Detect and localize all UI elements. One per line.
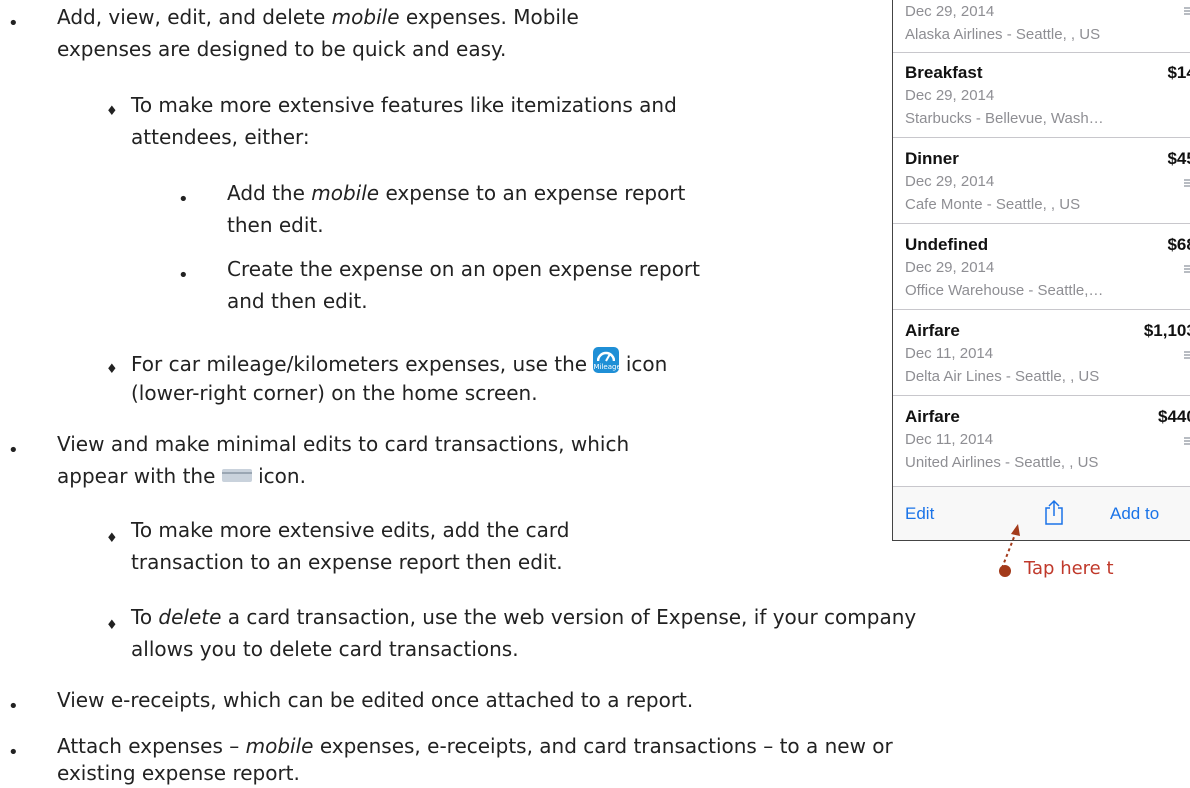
mileage-icon: Mileage — [593, 347, 620, 373]
expense-date: Dec 29, 2014 — [905, 3, 995, 20]
card-transaction-icon — [1184, 265, 1190, 273]
expense-date: Dec 29, 2014 — [905, 87, 995, 104]
sub-bullet-1-line-2: attendees, either: — [131, 125, 310, 149]
diamond-bullet: ♦ — [106, 618, 118, 633]
text: For car mileage/kilometers expenses, use… — [131, 352, 594, 376]
bullet-dot: • — [8, 13, 19, 34]
expense-date: Dec 29, 2014 — [905, 259, 995, 276]
emphasis-text: mobile — [245, 734, 314, 758]
callout-dot — [999, 565, 1011, 577]
expense-merchant: Delta Air Lines - Seattle, , US — [905, 368, 1100, 385]
sub-sub-bullet-2-line-1: Create the expense on an open expense re… — [227, 257, 700, 281]
expense-amount: $14.2 — [1167, 63, 1190, 82]
share-icon[interactable] — [1043, 499, 1065, 525]
phone-expense-list: Dec 29, 2014 Alaska Airlines - Seattle, … — [892, 0, 1190, 541]
sub-sub-bullet-2-line-2: and then edit. — [227, 289, 368, 313]
text: appear with the — [57, 464, 222, 488]
bullet-dot: • — [178, 189, 189, 210]
divider — [893, 223, 1190, 224]
bullet-2-line-2: appear with the icon. — [57, 462, 306, 491]
mileage-icon-label: Mileage — [593, 363, 620, 371]
expense-type: Undefined — [905, 235, 989, 254]
text: Add the — [227, 181, 312, 205]
bullet-4-line-2: existing expense report. — [57, 761, 300, 785]
text: Attach expenses – — [57, 734, 246, 758]
sub-bullet-1-line-1: To make more extensive features like ite… — [131, 93, 677, 117]
sub-bullet-2-line-2: (lower-right corner) on the home screen. — [131, 381, 538, 405]
bottom-toolbar: Edit Add to — [893, 486, 1190, 540]
text: expenses, e-receipts, and card transacti… — [313, 734, 893, 758]
bullet-dot: • — [8, 440, 19, 461]
expense-merchant: Office Warehouse - Seattle,… — [905, 282, 1104, 299]
bullet-4-line-1: Attach expenses – mobile expenses, e-rec… — [57, 732, 893, 761]
sub-bullet-3-line-1: To make more extensive edits, add the ca… — [131, 518, 570, 542]
divider — [893, 137, 1190, 138]
add-to-report-button[interactable]: Add to — [1110, 504, 1159, 524]
bullet-1-line-1: Add, view, edit, and delete mobile expen… — [57, 3, 579, 32]
bullet-dot: • — [8, 742, 19, 763]
card-transaction-icon — [1184, 7, 1190, 15]
card-transaction-icon — [221, 469, 252, 482]
expense-amount: $1,103.8 — [1143, 321, 1190, 340]
card-transaction-icon — [1184, 351, 1190, 359]
expense-merchant: Cafe Monte - Seattle, , US — [905, 196, 1081, 213]
expense-type: Airfare — [905, 321, 960, 340]
sub-bullet-3-line-2: transaction to an expense report then ed… — [131, 550, 563, 574]
text: icon. — [251, 464, 306, 488]
bullet-1-line-2: expenses are designed to be quick and ea… — [57, 37, 507, 61]
text: To — [131, 605, 159, 629]
emphasis-text: mobile — [331, 5, 400, 29]
text: Add, view, edit, and delete — [57, 5, 332, 29]
sub-sub-bullet-1-line-2: then edit. — [227, 213, 324, 237]
callout-text: Tap here t — [1024, 558, 1114, 579]
expense-merchant: United Airlines - Seattle, , US — [905, 454, 1099, 471]
sub-bullet-2-line-1: For car mileage/kilometers expenses, use… — [131, 347, 667, 379]
text: expenses. Mobile — [399, 5, 579, 29]
text: icon — [619, 352, 668, 376]
callout-pointer — [1001, 524, 1020, 569]
expense-date: Dec 29, 2014 — [905, 173, 995, 190]
divider — [893, 309, 1190, 310]
text: expense to an expense report — [379, 181, 686, 205]
expense-date: Dec 11, 2014 — [905, 431, 994, 448]
expense-date: Dec 11, 2014 — [905, 345, 994, 362]
divider — [893, 395, 1190, 396]
bullet-3: View e-receipts, which can be edited onc… — [57, 688, 694, 712]
sub-bullet-4-line-2: allows you to delete card transactions. — [131, 637, 519, 661]
divider — [893, 52, 1190, 53]
expense-type: Breakfast — [905, 63, 983, 82]
diamond-bullet: ♦ — [106, 362, 118, 377]
bullet-dot: • — [8, 696, 19, 717]
expense-amount: $45.7 — [1167, 149, 1190, 168]
expense-type: Dinner — [905, 149, 959, 168]
expense-amount: $68.2 — [1167, 235, 1190, 254]
text: a card transaction, use the web version … — [221, 605, 917, 629]
emphasis-text: delete — [158, 605, 222, 629]
bullet-dot: • — [178, 265, 189, 286]
diamond-bullet: ♦ — [106, 531, 118, 546]
card-transaction-icon — [1184, 437, 1190, 445]
expense-merchant: Alaska Airlines - Seattle, , US — [905, 26, 1101, 43]
expense-type: Airfare — [905, 407, 960, 426]
sub-sub-bullet-1-line-1: Add the mobile expense to an expense rep… — [227, 179, 685, 208]
card-transaction-icon — [1184, 179, 1190, 187]
bullet-2-line-1: View and make minimal edits to card tran… — [57, 432, 630, 456]
edit-button[interactable]: Edit — [905, 504, 934, 524]
sub-bullet-4-line-1: To delete a card transaction, use the we… — [131, 603, 916, 632]
expense-merchant: Starbucks - Bellevue, Wash… — [905, 110, 1104, 127]
diamond-bullet: ♦ — [106, 104, 118, 119]
expense-amount: $440.8 — [1158, 407, 1190, 426]
emphasis-text: mobile — [311, 181, 380, 205]
